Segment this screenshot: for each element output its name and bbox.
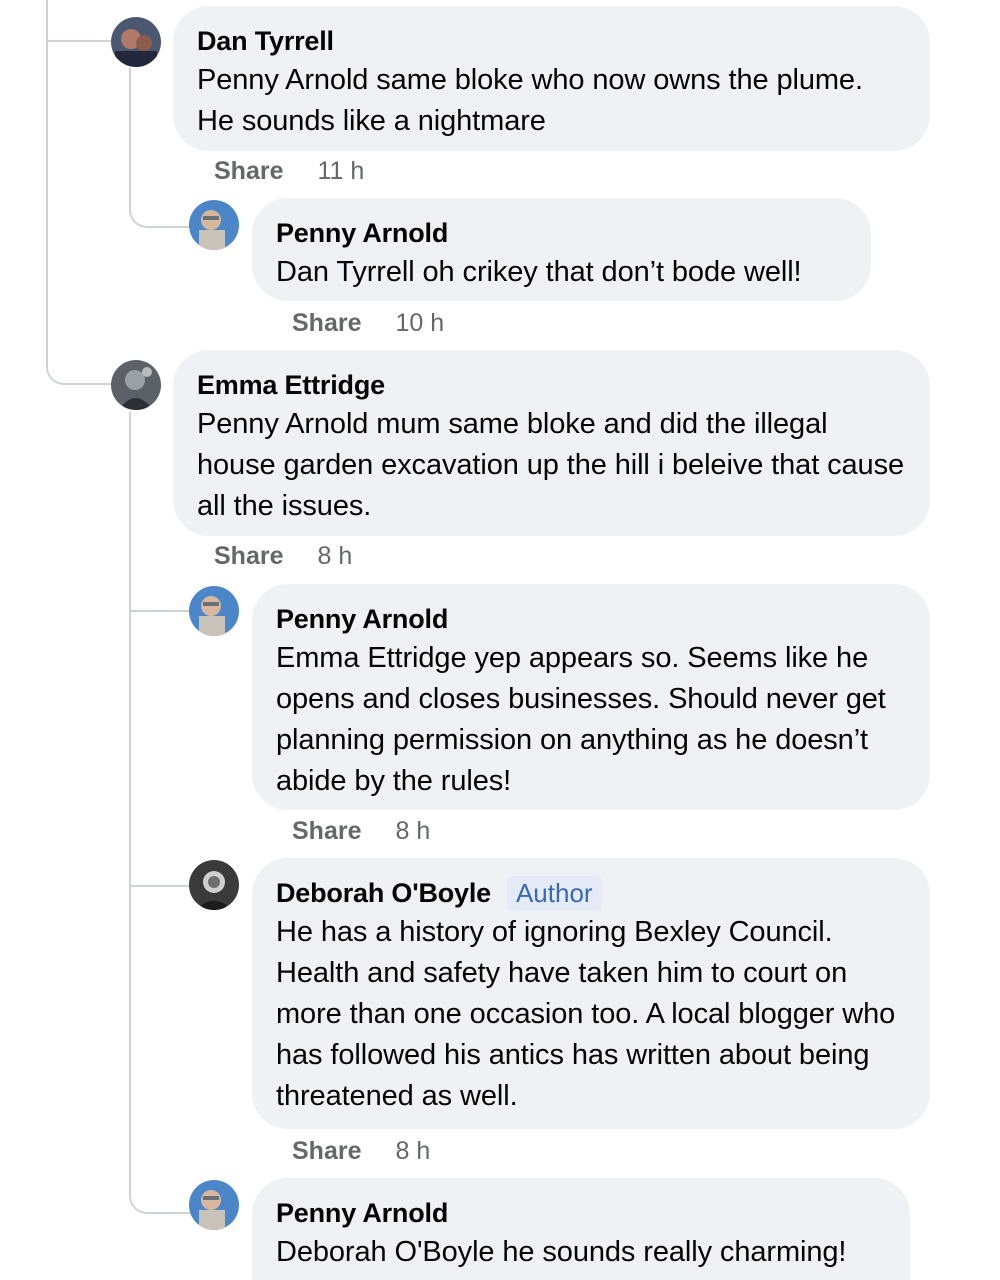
comment-author[interactable]: Penny Arnold (276, 218, 448, 249)
profile-photo-icon (189, 860, 239, 910)
comment-text: Deborah O'Boyle he sounds really charmin… (276, 1236, 847, 1268)
comment-actions: Share 10 h (292, 309, 444, 338)
profile-photo-icon (189, 1180, 239, 1230)
comment-text: He has a history of ignoring Bexley Coun… (276, 916, 896, 1112)
author-badge: Author (506, 875, 602, 911)
avatar[interactable] (189, 860, 239, 910)
comment-bubble: Penny Arnold Emma Ettridge yep appears s… (252, 584, 930, 810)
share-button[interactable]: Share (292, 817, 361, 846)
comment-bubble: Emma Ettridge Penny Arnold mum same blok… (173, 350, 930, 536)
comment-actions: Share 8 h (292, 817, 430, 846)
comment-timestamp[interactable]: 8 h (395, 817, 430, 846)
comment-author[interactable]: Penny Arnold (276, 604, 448, 635)
share-button[interactable]: Share (292, 309, 361, 338)
comment-author[interactable]: Penny Arnold (276, 1198, 448, 1229)
avatar[interactable] (189, 1180, 239, 1230)
comment-timestamp[interactable]: 11 h (317, 157, 364, 186)
avatar[interactable] (111, 360, 161, 410)
thread-line-outer-top (46, 40, 111, 42)
profile-photo-icon (189, 200, 239, 250)
comment-bubble: Deborah O'Boyle Author He has a history … (252, 858, 930, 1129)
comment-timestamp[interactable]: 8 h (317, 542, 352, 571)
thread-line-reply-group (129, 412, 191, 1214)
share-button[interactable]: Share (214, 157, 283, 186)
comment-bubble: Dan Tyrrell Penny Arnold same bloke who … (173, 6, 930, 151)
profile-photo-icon (189, 586, 239, 636)
comment-bubble: Penny Arnold Dan Tyrrell oh crikey that … (252, 198, 871, 301)
profile-photo-icon (111, 360, 161, 410)
avatar[interactable] (189, 586, 239, 636)
profile-photo-icon (111, 17, 161, 67)
comment-bubble: Penny Arnold Deborah O'Boyle he sounds r… (252, 1178, 910, 1280)
thread-line-outer (46, 0, 113, 385)
comment-text: Dan Tyrrell oh crikey that don’t bode we… (276, 256, 802, 288)
thread-line-branch-2 (131, 610, 189, 612)
comment-actions: Share 8 h (292, 1137, 430, 1166)
avatar[interactable] (189, 200, 239, 250)
share-button[interactable]: Share (292, 1137, 361, 1166)
avatar[interactable] (111, 17, 161, 67)
share-button[interactable]: Share (214, 542, 283, 571)
comment-timestamp[interactable]: 8 h (395, 1137, 430, 1166)
comment-text: Penny Arnold mum same bloke and did the … (197, 408, 904, 522)
comment-actions: Share 11 h (214, 157, 364, 186)
comment-timestamp[interactable]: 10 h (395, 309, 444, 338)
comment-text: Penny Arnold same bloke who now owns the… (197, 64, 863, 137)
comment-author[interactable]: Deborah O'Boyle (276, 878, 491, 909)
comment-author[interactable]: Emma Ettridge (197, 370, 385, 401)
comment-actions: Share 8 h (214, 542, 352, 571)
comment-author[interactable]: Dan Tyrrell (197, 26, 334, 57)
comment-text: Emma Ettridge yep appears so. Seems like… (276, 642, 886, 797)
thread-line-branch-3 (131, 885, 189, 887)
